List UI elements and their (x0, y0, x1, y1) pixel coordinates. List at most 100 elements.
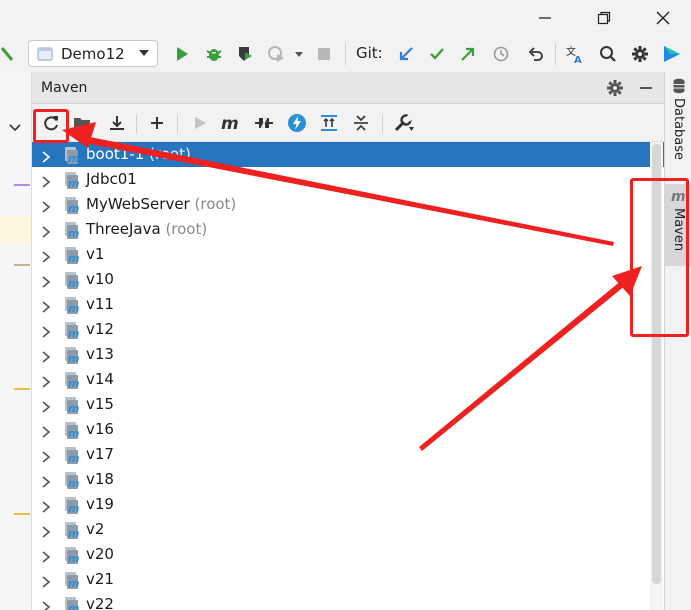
chevron-right-icon[interactable] (41, 599, 51, 610)
gear-icon (632, 46, 648, 62)
maven-project-row[interactable]: m v17 (32, 442, 664, 467)
maven-settings-button[interactable] (392, 111, 416, 135)
generate-sources-button[interactable] (70, 111, 94, 135)
database-tool-tab[interactable]: Database (665, 78, 691, 178)
maven-project-row[interactable]: m v1 (32, 242, 664, 267)
app-config-icon (37, 47, 53, 60)
run-coverage-button[interactable] (234, 42, 256, 66)
chevron-right-icon[interactable] (41, 499, 51, 517)
build-hammer-button[interactable] (0, 42, 16, 66)
maven-project-label: v18 (86, 470, 114, 488)
chevron-right-icon[interactable] (41, 424, 51, 442)
toolbox-logo-icon (664, 46, 680, 62)
maven-project-row[interactable]: m boot1-1 (root) (32, 142, 664, 167)
download-sources-button[interactable] (105, 111, 129, 135)
git-push-button[interactable] (457, 42, 479, 66)
svg-text:m: m (68, 602, 79, 610)
collapse-chevron[interactable] (9, 118, 21, 137)
git-rollback-button[interactable] (525, 42, 547, 66)
maven-module-icon: m (64, 295, 82, 319)
project-root-suffix: (root) (194, 195, 237, 213)
toggle-offline-mode-button[interactable] (252, 111, 276, 135)
maven-panel-options-button[interactable] (606, 79, 624, 101)
maven-project-row[interactable]: m v12 (32, 317, 664, 342)
maven-project-row[interactable]: m MyWebServer (root) (32, 192, 664, 217)
project-name: Jdbc01 (86, 170, 137, 188)
maven-project-row[interactable]: m Jdbc01 (32, 167, 664, 192)
maven-project-row[interactable]: m v14 (32, 367, 664, 392)
chevron-right-icon[interactable] (41, 374, 51, 392)
jetbrains-toolbox-button[interactable] (660, 42, 684, 66)
maven-project-row[interactable]: m v11 (32, 292, 664, 317)
maven-project-row[interactable]: m v18 (32, 467, 664, 492)
chevron-right-icon[interactable] (41, 399, 51, 417)
chevron-right-icon[interactable] (41, 574, 51, 592)
chevron-right-icon[interactable] (41, 324, 51, 342)
project-name: v16 (86, 420, 114, 438)
chevron-down-icon (9, 124, 21, 132)
restore-button[interactable] (584, 0, 624, 36)
project-root-suffix: (root) (165, 220, 208, 238)
svg-text:m: m (68, 427, 79, 440)
maven-project-row[interactable]: m ThreeJava (root) (32, 217, 664, 242)
profile-button[interactable] (265, 42, 287, 66)
skip-tests-button[interactable] (285, 111, 309, 135)
chevron-right-icon[interactable] (41, 299, 51, 317)
project-name: v20 (86, 545, 114, 563)
close-window-button[interactable] (643, 0, 683, 36)
add-maven-project-button[interactable] (145, 111, 169, 135)
annotation-box-reload (33, 109, 69, 143)
search-everywhere-button[interactable] (597, 42, 619, 66)
settings-button[interactable] (629, 42, 651, 66)
chevron-right-icon[interactable] (41, 549, 51, 567)
chevron-right-icon[interactable] (41, 524, 51, 542)
maven-project-row[interactable]: m v13 (32, 342, 664, 367)
chevron-right-icon[interactable] (41, 474, 51, 492)
git-history-button[interactable] (490, 42, 512, 66)
maven-project-row[interactable]: m v10 (32, 267, 664, 292)
run-maven-build-button[interactable] (188, 111, 212, 135)
chevron-right-icon[interactable] (41, 449, 51, 467)
more-run-options-button[interactable] (293, 42, 305, 66)
stop-button[interactable] (314, 42, 334, 66)
maven-module-icon: m (64, 170, 82, 194)
run-config-dropdown[interactable]: Demo12 (28, 40, 158, 67)
maven-project-row[interactable]: m v2 (32, 517, 664, 542)
translate-button[interactable]: 文A (563, 42, 587, 66)
chevron-right-icon[interactable] (41, 199, 51, 217)
chevron-right-icon[interactable] (41, 349, 51, 367)
maven-project-row[interactable]: m v19 (32, 492, 664, 517)
chevron-right-icon[interactable] (41, 249, 51, 267)
maven-module-icon: m (64, 445, 82, 469)
debug-button[interactable] (203, 42, 225, 66)
maven-panel-hide-button[interactable] (638, 79, 654, 101)
run-button[interactable] (172, 42, 192, 66)
maven-module-icon: m (64, 495, 82, 519)
git-commit-button[interactable] (426, 42, 448, 66)
chevron-right-icon[interactable] (41, 274, 51, 292)
maven-project-label: v22 (86, 595, 114, 610)
close-icon (656, 11, 670, 25)
chevron-right-icon[interactable] (41, 224, 51, 242)
chevron-down-icon (295, 52, 303, 57)
hammer-icon (0, 47, 14, 61)
collapse-all-button[interactable] (349, 111, 373, 135)
maven-project-label: ThreeJava (root) (86, 220, 207, 238)
chevron-right-icon[interactable] (41, 149, 51, 167)
maven-module-icon: m (64, 395, 82, 419)
maven-project-row[interactable]: m v20 (32, 542, 664, 567)
maven-project-row[interactable]: m v15 (32, 392, 664, 417)
maven-project-row[interactable]: m v21 (32, 567, 664, 592)
maven-project-label: boot1-1 (root) (86, 145, 191, 163)
bug-icon (206, 49, 222, 61)
show-dependencies-button[interactable] (317, 111, 341, 135)
maven-project-row[interactable]: m v16 (32, 417, 664, 442)
arrow-up-right-icon (461, 47, 475, 61)
project-name: v19 (86, 495, 114, 513)
execute-maven-goal-button[interactable]: m (219, 111, 243, 135)
git-update-button[interactable] (395, 42, 417, 66)
maven-project-row[interactable]: m v22 (32, 592, 664, 610)
minimize-button[interactable] (525, 0, 565, 36)
svg-text:m: m (68, 327, 79, 340)
chevron-right-icon[interactable] (41, 174, 51, 192)
